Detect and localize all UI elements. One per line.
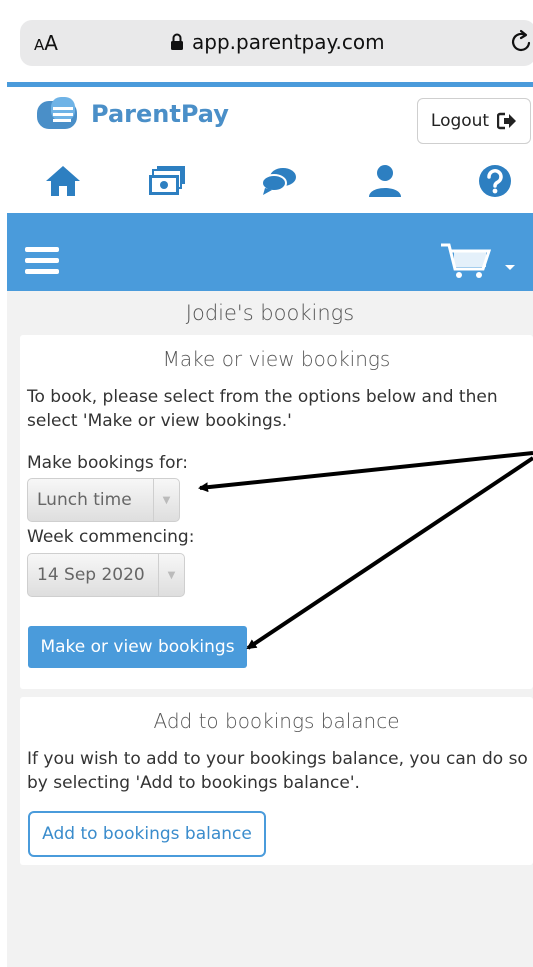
page-title: Jodie's bookings [185,301,355,325]
basket-icon[interactable] [439,241,519,281]
week-commencing-label: Week commencing: [27,527,195,547]
reload-icon[interactable] [508,28,533,56]
hamburger-menu-icon[interactable] [25,247,59,275]
parentpay-logo[interactable]: ParentPay [37,97,229,131]
main-nav-icons [7,149,533,213]
chevron-down-icon [505,265,515,270]
logout-icon [497,112,517,130]
bookings-balance-panel: Add to bookings balance If you wish to a… [20,697,533,865]
week-commencing-value: 14 Sep 2020 [37,565,145,585]
make-bookings-panel: Make or view bookings To book, please se… [20,335,533,689]
home-icon[interactable] [43,163,83,199]
profile-icon[interactable] [365,163,405,199]
page-container: ParentPay Logout Jodie's bookings Make o… [7,87,533,967]
bookings-balance-heading: Add to bookings balance [153,709,400,733]
url-display[interactable]: app.parentpay.com [170,30,385,54]
meal-time-value: Lunch time [37,490,132,510]
logout-button[interactable]: Logout [417,98,531,144]
brand-header: ParentPay Logout [7,87,533,149]
chevron-down-icon: ▼ [153,479,179,521]
url-text: app.parentpay.com [192,30,385,54]
meal-time-select[interactable]: Lunch time ▼ [27,478,180,522]
messages-icon[interactable] [259,163,299,199]
make-or-view-bookings-button[interactable]: Make or view bookings [28,626,247,668]
parentpay-logo-icon [37,97,77,129]
text-size-button[interactable]: AA [34,31,58,55]
make-bookings-heading: Make or view bookings [162,347,391,371]
address-bar[interactable]: AA app.parentpay.com [20,20,533,66]
add-to-bookings-balance-button[interactable]: Add to bookings balance [28,811,266,857]
week-commencing-select[interactable]: 14 Sep 2020 ▼ [27,553,185,597]
make-bookings-instructions: To book, please select from the options … [27,387,498,431]
make-bookings-for-label: Make bookings for: [27,453,188,473]
browser-chrome: AA app.parentpay.com [0,0,533,82]
chevron-down-icon: ▼ [158,554,184,596]
menu-bar [7,213,533,291]
lock-icon [171,33,183,50]
brand-name: ParentPay [91,100,229,128]
help-icon[interactable] [475,163,515,199]
bookings-balance-instructions: If you wish to add to your bookings bala… [27,749,528,793]
payments-icon[interactable] [147,163,187,199]
logout-label: Logout [430,111,490,131]
